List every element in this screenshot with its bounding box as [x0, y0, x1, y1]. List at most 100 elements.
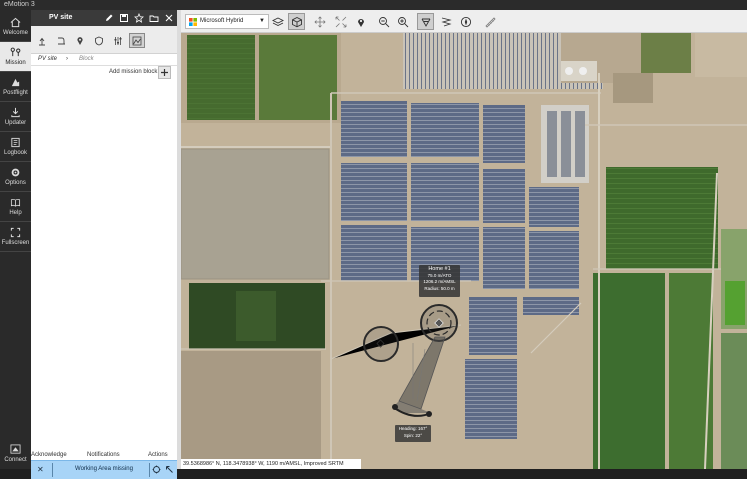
home-radius: Radius: 50.0 m — [424, 285, 455, 291]
nav-label-help: Help — [9, 210, 22, 216]
drone-icon — [421, 18, 430, 27]
notifications-header: Acknowledge Notifications Actions — [31, 452, 177, 460]
actions-label: Actions — [148, 452, 168, 458]
ruler-icon — [484, 16, 496, 28]
landing-icon — [58, 37, 65, 44]
window-title: eMotion 3 — [0, 0, 747, 10]
map-view[interactable]: ‹ — [181, 33, 747, 469]
add-mission-block-label: Add mission block — [109, 69, 158, 75]
logbook-icon — [11, 137, 20, 148]
measure-button[interactable] — [481, 13, 498, 30]
layers-button[interactable] — [269, 13, 286, 30]
nav-welcome[interactable]: Welcome — [0, 12, 31, 41]
move-arrows-icon — [313, 15, 326, 28]
tool-takeoff[interactable] — [34, 33, 50, 48]
tool-waypoint[interactable] — [72, 33, 88, 48]
home-tooltip: Home #1 75.0 m/ATO 1206.2 m/AMSL Radius:… — [419, 265, 460, 297]
add-mission-block-button[interactable] — [158, 66, 171, 79]
terrain-icon — [132, 36, 142, 45]
nav-label-mission: Mission — [5, 60, 26, 66]
fit-view-button[interactable] — [332, 13, 349, 30]
chevron-down-icon: ▼ — [259, 18, 265, 24]
pin-icon — [77, 36, 83, 45]
nav-fullscreen[interactable]: Fullscreen — [0, 222, 31, 251]
edit-icon[interactable] — [104, 13, 114, 23]
cube-icon — [291, 16, 302, 27]
dismiss-notification-icon[interactable]: ✕ — [37, 465, 44, 474]
expand-arrows-icon — [335, 16, 346, 27]
tool-terrain[interactable] — [129, 33, 145, 48]
star-icon[interactable] — [134, 13, 144, 23]
tool-settings[interactable] — [110, 33, 126, 48]
postflight-icon — [11, 78, 20, 87]
coordinate-readout: 39.5368986° N, 118.3478938° W, 1190 m/AM… — [181, 459, 361, 469]
zoom-out-icon — [378, 16, 389, 27]
layers-icon — [271, 16, 284, 26]
left-navigation: Welcome Mission Postflight Updater Logbo… — [0, 10, 31, 469]
compass-icon — [460, 16, 471, 27]
notifications-label: Notifications — [87, 452, 120, 458]
flight-lines-button[interactable] — [437, 13, 454, 30]
zoom-in-icon — [397, 16, 408, 27]
breadcrumb-block[interactable]: Block — [79, 56, 94, 62]
sliders-icon — [114, 36, 122, 45]
flight-path-icon — [440, 17, 452, 26]
nav-logbook[interactable]: Logbook — [0, 132, 31, 161]
home-elevation: 1206.2 m/AMSL — [423, 279, 456, 284]
takeoff-icon — [39, 37, 45, 45]
nav-mission[interactable]: Mission — [0, 42, 31, 71]
map-toolbar: Microsoft Hybrid ▼ — [181, 10, 747, 33]
nav-help[interactable]: Help — [0, 192, 31, 221]
add-block-icon — [161, 69, 168, 76]
3d-view-button[interactable] — [288, 13, 305, 30]
nav-postflight[interactable]: Postflight — [0, 72, 31, 101]
save-icon[interactable] — [119, 13, 129, 23]
zoom-in-button[interactable] — [394, 13, 411, 30]
locate-pin-button[interactable] — [352, 13, 369, 30]
mission-route-icon — [10, 47, 21, 57]
folder-icon[interactable] — [149, 13, 159, 23]
panel-title: PV site — [49, 14, 73, 21]
pan-button[interactable] — [311, 13, 328, 30]
notification-message: Working Area missing — [75, 466, 133, 472]
compass-button[interactable] — [457, 13, 474, 30]
acknowledge-label: Acknowledge — [31, 452, 67, 458]
zoom-out-button[interactable] — [375, 13, 392, 30]
fix-action-icon[interactable] — [165, 465, 174, 474]
locate-icon[interactable] — [152, 465, 161, 474]
book-icon — [10, 198, 21, 207]
nav-updater[interactable]: Updater — [0, 102, 31, 131]
notification-item: ✕ Working Area missing — [31, 460, 177, 479]
connect-drone-icon — [10, 444, 21, 454]
heading-value: Heading: 167° — [398, 426, 428, 431]
tool-safety[interactable] — [91, 33, 107, 48]
nav-label-welcome: Welcome — [3, 30, 28, 36]
map-layer-value: Microsoft Hybrid — [200, 18, 244, 24]
nav-label-options: Options — [5, 180, 26, 186]
nav-options[interactable]: Options — [0, 162, 31, 191]
breadcrumb-chevron-icon: › — [66, 56, 68, 62]
home-icon — [10, 17, 21, 28]
gear-icon — [11, 168, 20, 177]
nav-label-logbook: Logbook — [3, 150, 28, 156]
breadcrumb: PV site › Block — [31, 54, 177, 66]
download-icon — [11, 107, 20, 118]
map-layer-select[interactable]: Microsoft Hybrid ▼ — [185, 14, 269, 29]
collapse-panel-chevron-icon[interactable]: ‹ — [181, 233, 184, 243]
connect-button[interactable]: Connect — [0, 438, 31, 468]
windows-logo-icon — [189, 18, 197, 26]
map-pin-icon — [357, 18, 364, 27]
shield-icon — [95, 36, 103, 45]
panel-toolbar — [31, 26, 177, 54]
close-icon[interactable] — [164, 13, 174, 23]
nav-label-postflight: Postflight — [3, 90, 28, 96]
drone-view-button[interactable] — [417, 13, 434, 30]
nav-label-updater: Updater — [4, 120, 27, 126]
nav-label-fullscreen: Fullscreen — [1, 240, 30, 246]
satellite-imagery — [181, 33, 747, 469]
tool-landing[interactable] — [53, 33, 69, 48]
breadcrumb-site[interactable]: PV site — [38, 56, 57, 62]
panel-header: PV site — [31, 10, 177, 26]
fullscreen-icon — [10, 227, 21, 238]
mission-panel: PV site PV site › Block Add mission bloc… — [31, 10, 177, 479]
